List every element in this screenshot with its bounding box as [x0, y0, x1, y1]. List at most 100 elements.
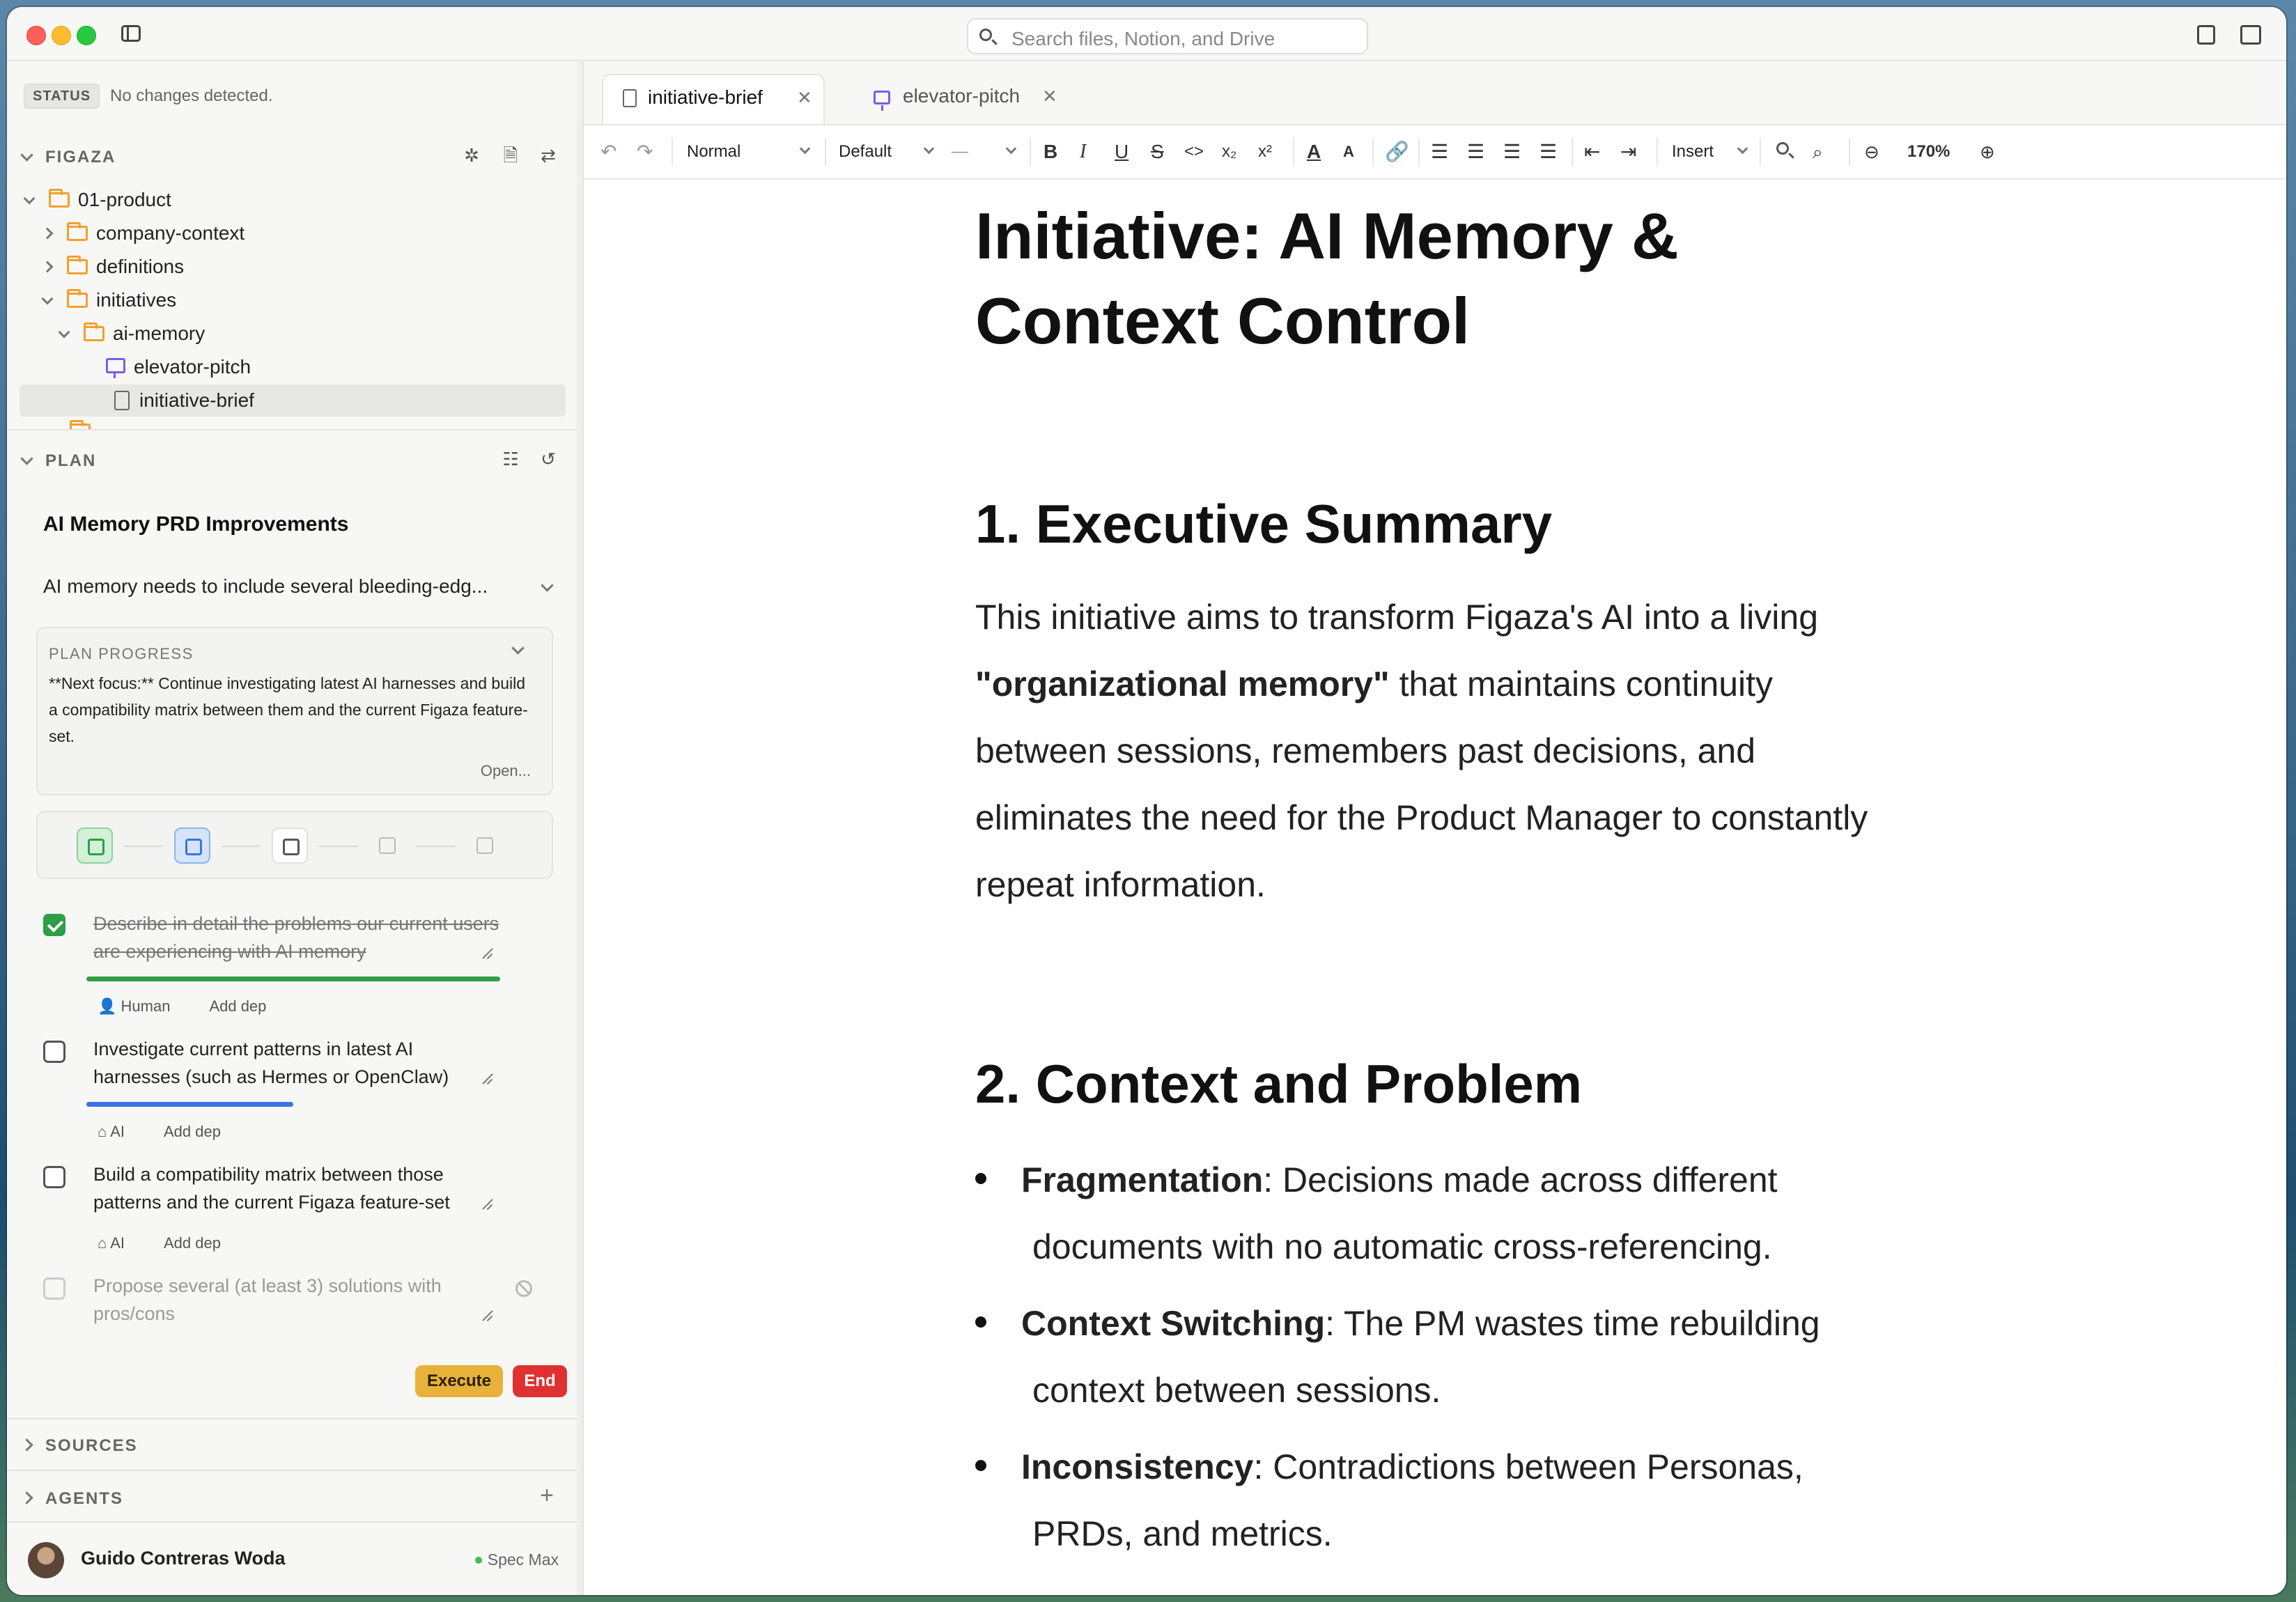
- undo-icon[interactable]: ↶: [600, 141, 616, 163]
- align-center-icon[interactable]: ☰: [1467, 141, 1484, 163]
- find-icon[interactable]: [1776, 142, 1789, 155]
- tab-initiative-brief[interactable]: initiative-brief ✕: [602, 74, 825, 124]
- owner-badge[interactable]: ⌂ AI: [98, 1123, 144, 1140]
- execute-button[interactable]: Execute: [415, 1365, 503, 1397]
- owner-badge[interactable]: ⌂ AI: [98, 1234, 144, 1252]
- presentation-icon: [874, 91, 890, 111]
- tab-elevator-pitch[interactable]: elevator-pitch ✕: [839, 74, 1062, 124]
- right-panel-toggle-icon[interactable]: [2240, 25, 2261, 45]
- chevron-down-icon: [58, 326, 70, 339]
- indent-icon[interactable]: ⇥: [1620, 141, 1636, 163]
- task-checkbox-disabled[interactable]: [43, 1277, 65, 1300]
- block-style-select[interactable]: Normal: [687, 141, 812, 163]
- superscript-icon[interactable]: x²: [1258, 141, 1272, 163]
- new-file-icon[interactable]: 🗎: [502, 146, 520, 164]
- zoom-window-button[interactable]: [77, 26, 96, 45]
- zoom-out-icon[interactable]: ⊖: [1864, 141, 1879, 163]
- step-2-active[interactable]: [174, 827, 210, 864]
- document-icon[interactable]: [2197, 25, 2215, 45]
- chevron-down-icon: [1005, 143, 1017, 155]
- chevron-down-icon[interactable]: [511, 641, 525, 655]
- sidebar: STATUS No changes detected. FIGAZA ✲ 🗎 ⇄…: [7, 61, 578, 1595]
- italic-icon[interactable]: I: [1080, 141, 1086, 163]
- insert-menu[interactable]: Insert: [1672, 141, 1748, 163]
- task-checkbox[interactable]: [43, 1041, 65, 1063]
- subscript-icon[interactable]: x₂: [1222, 141, 1236, 163]
- task-text[interactable]: Propose several (at least 3) solutions w…: [93, 1272, 490, 1328]
- add-dep-link[interactable]: Add dep: [164, 1234, 221, 1252]
- align-justify-icon[interactable]: ☰: [1539, 141, 1557, 163]
- plan-progress-open-link[interactable]: Open...: [481, 762, 531, 780]
- zoom-in-icon[interactable]: ⊕: [1980, 141, 1995, 163]
- task-text[interactable]: Build a compatibility matrix between tho…: [93, 1160, 504, 1216]
- bullet-dot: [975, 1460, 986, 1471]
- step-3-pending[interactable]: [272, 827, 308, 864]
- formatting-toolbar: ↶ ↷ Normal Default — B I U S <> x₂ x² A …: [584, 125, 2286, 180]
- strikethrough-icon[interactable]: S: [1151, 141, 1164, 163]
- checkbox-icon: [476, 837, 493, 854]
- tree-item-definitions[interactable]: definitions: [41, 251, 184, 283]
- step-5-pending[interactable]: [467, 827, 503, 864]
- sidebar-resize-handle[interactable]: [577, 61, 584, 1595]
- agents-section-header[interactable]: AGENTS: [20, 1489, 123, 1509]
- avatar[interactable]: [28, 1542, 64, 1578]
- resize-handle-icon[interactable]: [481, 1309, 493, 1322]
- toolbar-separator: [1760, 138, 1761, 166]
- workspace-section-header[interactable]: FIGAZA: [20, 148, 116, 167]
- tree-item-elevator-pitch[interactable]: elevator-pitch: [106, 351, 251, 383]
- chevron-down-icon: [41, 293, 54, 305]
- add-dep-link[interactable]: Add dep: [209, 997, 266, 1015]
- tree-item-initiatives[interactable]: initiatives: [41, 284, 176, 316]
- zoom-level[interactable]: 170%: [1907, 141, 1950, 163]
- resize-handle-icon[interactable]: [481, 1073, 493, 1085]
- owner-badge[interactable]: 👤 Human: [98, 997, 189, 1015]
- close-tab-icon[interactable]: ✕: [797, 75, 812, 120]
- link-icon[interactable]: 🔗: [1385, 141, 1409, 163]
- global-search-input[interactable]: Search files, Notion, and Drive: [967, 18, 1368, 54]
- search-icon: [979, 29, 992, 41]
- step-4-pending[interactable]: [369, 827, 405, 864]
- align-right-icon[interactable]: ☰: [1503, 141, 1521, 163]
- end-button[interactable]: End: [513, 1365, 567, 1397]
- outdent-icon[interactable]: ⇤: [1584, 141, 1600, 163]
- chevron-down-icon: [1737, 143, 1748, 155]
- plan-summary-dropdown[interactable]: AI memory needs to include several bleed…: [43, 575, 559, 598]
- task-text[interactable]: Investigate current patterns in latest A…: [93, 1035, 504, 1091]
- history-icon[interactable]: ↺: [539, 450, 557, 468]
- task-checkbox[interactable]: [43, 1166, 65, 1188]
- section-heading: 2. Context and Problem: [975, 1053, 1583, 1114]
- tree-item-initiative-brief[interactable]: initiative-brief: [20, 384, 566, 417]
- find-replace-icon[interactable]: ⌕: [1813, 141, 1823, 163]
- close-window-button[interactable]: [26, 26, 46, 45]
- code-icon[interactable]: <>: [1184, 141, 1204, 163]
- highlight-color-icon[interactable]: A: [1343, 141, 1354, 163]
- tree-item-01-product[interactable]: 01-product: [23, 184, 171, 216]
- align-left-icon[interactable]: ☰: [1431, 141, 1448, 163]
- tree-item-company-context[interactable]: company-context: [41, 217, 245, 249]
- checklist-icon[interactable]: ☷: [502, 450, 520, 468]
- underline-icon[interactable]: U: [1115, 141, 1128, 163]
- user-profile[interactable]: Guido Contreras Woda Spec Max: [7, 1521, 577, 1595]
- resize-handle-icon[interactable]: [481, 947, 493, 960]
- add-dep-link[interactable]: Add dep: [164, 1123, 221, 1140]
- text-color-icon[interactable]: A: [1307, 141, 1321, 163]
- sync-icon[interactable]: ⇄: [539, 146, 557, 164]
- plan-section-header[interactable]: PLAN: [20, 451, 96, 471]
- document-icon: [114, 390, 130, 410]
- font-select[interactable]: Default: [839, 141, 936, 163]
- step-1-done[interactable]: [77, 827, 113, 864]
- close-tab-icon[interactable]: ✕: [1042, 74, 1057, 118]
- task-checkbox-checked[interactable]: [43, 914, 65, 936]
- bold-icon[interactable]: B: [1044, 141, 1057, 163]
- minimize-window-button[interactable]: [52, 26, 71, 45]
- subscription-badge: Spec Max: [475, 1550, 559, 1569]
- task-text[interactable]: Describe in detail the problems our curr…: [93, 910, 504, 965]
- sidebar-toggle-icon[interactable]: [121, 25, 141, 42]
- sparkle-icon[interactable]: ✲: [463, 146, 481, 164]
- add-agent-icon[interactable]: +: [538, 1484, 556, 1507]
- sources-section-header[interactable]: SOURCES: [20, 1436, 138, 1456]
- resize-handle-icon[interactable]: [481, 1198, 493, 1211]
- redo-icon[interactable]: ↷: [637, 141, 653, 163]
- font-size-select[interactable]: —: [952, 141, 1021, 163]
- tree-item-ai-memory[interactable]: ai-memory: [58, 318, 205, 350]
